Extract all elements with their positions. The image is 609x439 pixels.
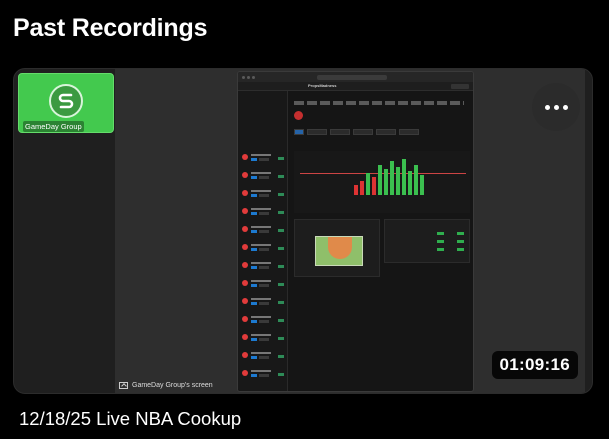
mini-bar	[420, 175, 424, 195]
app-sidebar	[238, 91, 288, 391]
participant-tile: GameDay Group	[18, 73, 114, 133]
shared-browser-window: PropsMadness	[237, 71, 474, 392]
more-options-button[interactable]	[532, 83, 580, 131]
screen-share-icon	[119, 382, 128, 389]
mini-chart	[294, 151, 470, 213]
mini-chart-bars	[354, 159, 424, 195]
gameday-logo-icon	[49, 84, 83, 118]
mini-bar	[354, 185, 358, 195]
mini-bar	[414, 165, 418, 195]
browser-titlebar	[238, 72, 473, 82]
mini-bar	[408, 171, 412, 195]
mini-bar	[396, 167, 400, 195]
screen-owner-text: GameDay Group's screen	[132, 382, 213, 389]
screen-share-view: PropsMadness GameDay Group's screen	[115, 69, 585, 393]
mini-bar	[390, 161, 394, 195]
odds-panel	[384, 219, 470, 263]
shot-chart-panel	[294, 219, 380, 277]
player-card	[294, 109, 354, 125]
mini-bar	[402, 159, 406, 195]
recording-card[interactable]: GameDay Group PropsMadness GameDay Group…	[13, 68, 593, 394]
screen-owner-label: GameDay Group's screen	[119, 382, 213, 389]
app-brand: PropsMadness	[308, 83, 337, 88]
more-horizontal-icon	[544, 104, 550, 110]
mini-bar	[384, 169, 388, 195]
mini-bar	[366, 173, 370, 195]
page-title: Past Recordings	[13, 14, 208, 42]
url-bar	[317, 74, 387, 80]
court-diagram	[315, 236, 363, 266]
app-main	[290, 91, 473, 391]
participant-name: GameDay Group	[23, 121, 84, 132]
recording-title[interactable]: 12/18/25 Live NBA Cookup	[19, 408, 241, 430]
mini-bar	[360, 181, 364, 195]
app-header: PropsMadness	[238, 82, 473, 91]
mini-bar	[378, 165, 382, 195]
mini-bar	[372, 177, 376, 195]
duration-badge: 01:09:16	[491, 351, 578, 379]
